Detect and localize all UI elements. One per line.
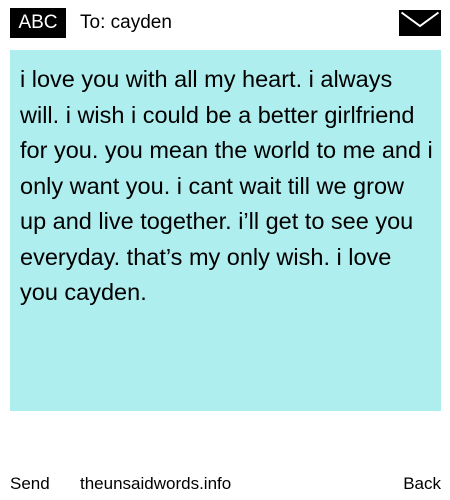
message-body: i love you with all my heart. i always w…	[10, 50, 441, 411]
recipient-label: To: cayden	[80, 12, 172, 33]
back-button[interactable]: Back	[403, 472, 441, 496]
abc-badge: ABC	[10, 8, 66, 38]
send-button[interactable]: Send	[10, 472, 50, 496]
envelope-icon	[399, 10, 441, 36]
site-label: theunsaidwords.info	[80, 474, 232, 493]
